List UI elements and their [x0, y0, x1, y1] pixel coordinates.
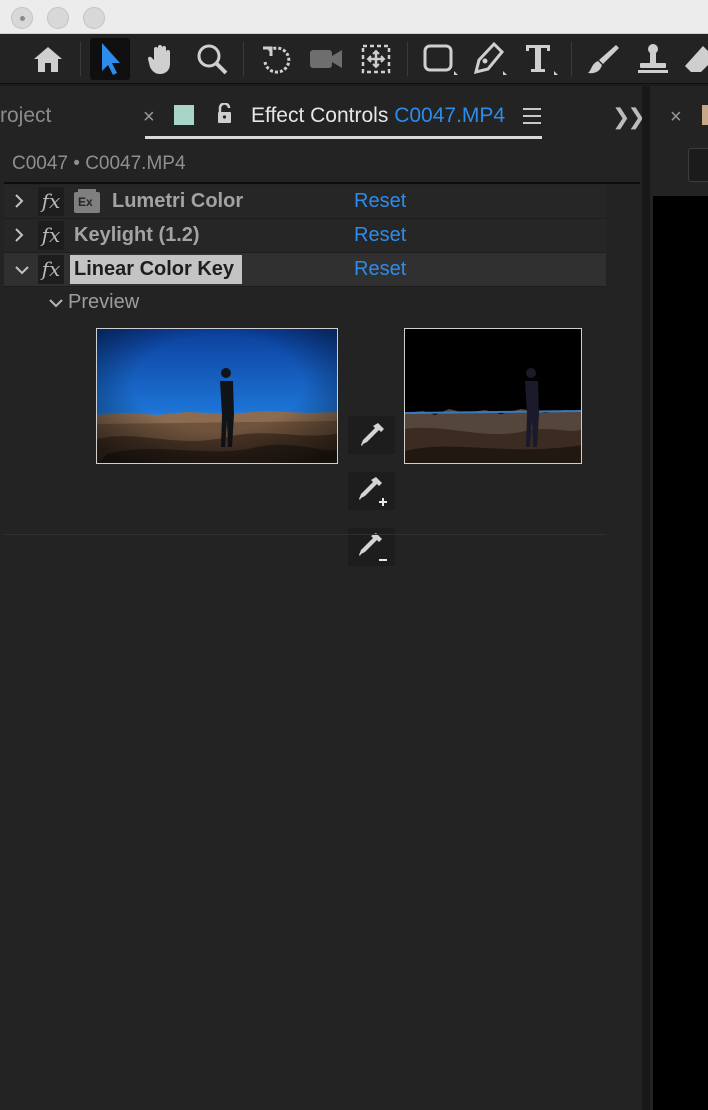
breadcrumb: C0047 • C0047.MP4: [12, 153, 186, 174]
panel-menu-icon[interactable]: [523, 108, 541, 124]
tab-project[interactable]: roject: [0, 104, 51, 128]
active-tab-indicator: [145, 136, 542, 139]
composition-viewer[interactable]: [653, 196, 708, 1110]
preview-area: [4, 320, 606, 566]
reset-link[interactable]: Reset: [354, 190, 406, 213]
panel-overflow-icon[interactable]: ❯❯: [612, 104, 646, 130]
zoom-icon[interactable]: [192, 38, 232, 80]
pan-behind-icon[interactable]: [356, 38, 396, 80]
source-preview-thumbnail: [96, 328, 338, 464]
reset-link[interactable]: Reset: [354, 224, 406, 247]
chevron-down-icon: [49, 299, 63, 308]
rotation-icon[interactable]: [256, 38, 296, 80]
tab-effect-controls-label: Effect Controls: [251, 104, 389, 127]
hand-icon[interactable]: [141, 38, 181, 80]
home-icon[interactable]: [28, 38, 68, 80]
preset-icon: [74, 189, 100, 213]
window-close-button[interactable]: [11, 7, 33, 29]
close-tab-icon[interactable]: ×: [143, 106, 155, 129]
window-titlebar: [0, 0, 708, 34]
keyed-preview-thumbnail: [404, 328, 582, 464]
fx-toggle-icon[interactable]: fx: [38, 255, 64, 284]
camera-icon[interactable]: [306, 38, 346, 80]
chevron-right-icon[interactable]: [13, 227, 25, 248]
effect-name: Lumetri Color: [112, 190, 244, 212]
window-maximize-button[interactable]: [83, 7, 105, 29]
effect-controls-panel: roject × Effect Controls C0047.MP4 ❯❯ C0…: [0, 86, 646, 1110]
chevron-down-icon[interactable]: [14, 263, 30, 281]
effect-name: Keylight (1.2): [74, 224, 200, 246]
shape-rectangle-icon[interactable]: [420, 38, 460, 80]
label-color-swatch[interactable]: [174, 105, 194, 125]
window-minimize-button[interactable]: [47, 7, 69, 29]
label-color-swatch[interactable]: [702, 105, 708, 125]
eraser-icon[interactable]: [680, 38, 708, 80]
tab-file-name: C0047.MP4: [394, 104, 506, 127]
composition-dropdown[interactable]: [688, 148, 708, 182]
close-tab-icon[interactable]: ×: [670, 106, 682, 129]
chevron-right-icon[interactable]: [13, 193, 25, 214]
pen-icon[interactable]: [469, 38, 509, 80]
reset-link[interactable]: Reset: [354, 258, 406, 281]
panel-tab-bar: roject × Effect Controls C0047.MP4 ❯❯: [0, 86, 646, 144]
type-icon[interactable]: [520, 38, 560, 80]
selection-arrow-icon[interactable]: [90, 38, 130, 80]
effect-row-linear-color-key[interactable]: fx Linear Color Key Reset: [4, 253, 606, 287]
tools-toolbar: [0, 34, 708, 84]
preview-label: Preview: [68, 291, 140, 313]
effects-list: fx Lumetri Color Reset fx Keylight (1.2)…: [4, 185, 606, 287]
lock-icon[interactable]: [215, 102, 235, 130]
tab-effect-controls[interactable]: Effect Controls C0047.MP4: [251, 104, 505, 128]
clone-stamp-icon[interactable]: [633, 38, 673, 80]
key-eyedropper-icon[interactable]: [348, 416, 395, 454]
fx-toggle-icon[interactable]: fx: [38, 221, 64, 250]
add-eyedropper-icon[interactable]: [348, 472, 395, 510]
fx-toggle-icon[interactable]: fx: [38, 187, 64, 216]
effect-name-selected: Linear Color Key: [70, 255, 243, 284]
brush-icon[interactable]: [583, 38, 623, 80]
effect-row-keylight[interactable]: fx Keylight (1.2) Reset: [4, 219, 606, 253]
composition-panel: ×: [650, 86, 708, 1110]
effect-row-lumetri-color[interactable]: fx Lumetri Color Reset: [4, 185, 606, 219]
